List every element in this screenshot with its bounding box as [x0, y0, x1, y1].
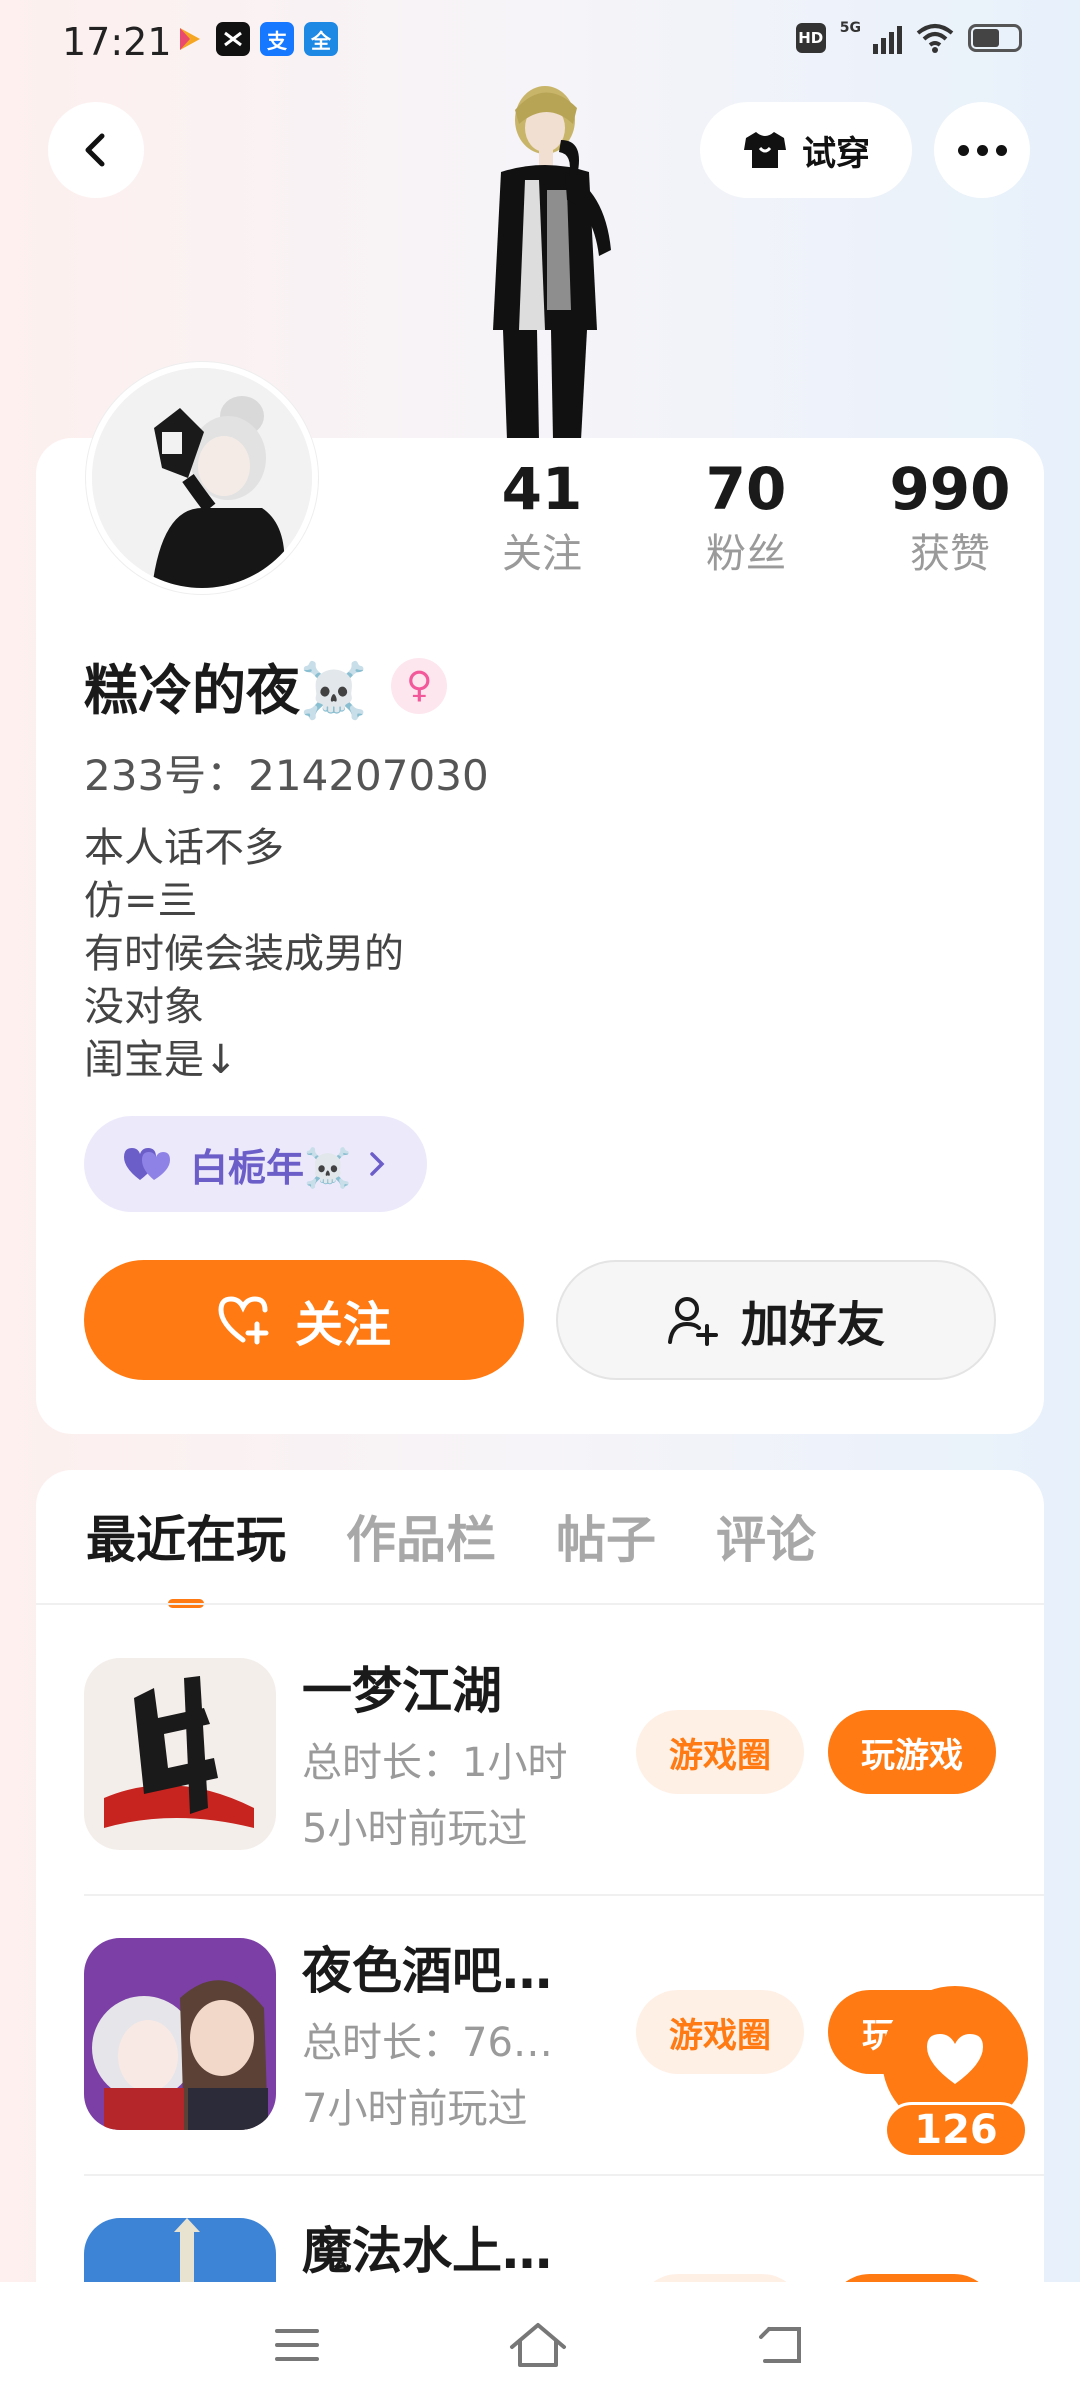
stat-value: 41: [501, 455, 583, 523]
cp-tag-label: 白栀年☠️: [190, 1145, 352, 1190]
back-button[interactable]: [48, 102, 144, 198]
follow-label: 关注: [294, 1297, 391, 1353]
tab-bar: 最近在玩 作品栏 帖子 评论: [86, 1500, 816, 1608]
hd-icon: HD: [795, 23, 826, 53]
divider: [36, 1603, 1044, 1605]
divider: [84, 1894, 1044, 1896]
avatar[interactable]: [86, 362, 318, 594]
game-last-played: 5小时前玩过: [302, 1806, 528, 1852]
game-name: 一梦江湖: [302, 1662, 502, 1720]
game-icon: [84, 1938, 276, 2130]
game-duration: 总时长：1小时: [302, 1740, 568, 1786]
heart-plus-icon: [218, 1296, 269, 1345]
game-circle-button[interactable]: 游戏圈: [636, 1710, 804, 1794]
tab-comments[interactable]: 评论: [716, 1500, 816, 1580]
system-nav-bar: [0, 2282, 1080, 2408]
more-dot: [995, 144, 1007, 156]
game-circle-button[interactable]: 游戏圈: [636, 1990, 804, 2074]
stat-value: 990: [889, 455, 1011, 523]
status-notification-icons: 支 全: [172, 22, 338, 56]
game-last-played: 7小时前玩过: [302, 2086, 528, 2132]
video-app-icon: [172, 22, 206, 56]
status-bar: 17:21 支 全 HD 5G: [0, 0, 1080, 86]
divider: [84, 2174, 1044, 2176]
stat-label: 粉丝: [706, 531, 786, 577]
game-duration: 总时长：76…: [302, 2020, 553, 2066]
alipay-icon: 支: [260, 22, 294, 56]
status-system-icons: HD 5G: [795, 20, 1022, 54]
tab-works[interactable]: 作品栏: [346, 1500, 496, 1580]
add-user-icon: [667, 1297, 718, 1346]
menu-icon[interactable]: [273, 2325, 321, 2365]
stats-row: 41 关注 70 粉丝 990 获赞: [440, 454, 1052, 582]
avatar-image: [92, 368, 312, 588]
nickname-row: 糕冷的夜☠️ ♀: [84, 646, 448, 725]
bio-line: 仿=亖: [84, 878, 198, 924]
bio-line: 闺宝是↓: [84, 1037, 238, 1083]
list-item[interactable]: 魔法水上…: [84, 2218, 1044, 2288]
chevron-right-icon: [370, 1152, 385, 1176]
capcut-icon: [216, 22, 250, 56]
follow-button[interactable]: 关注: [84, 1260, 524, 1380]
game-name: 夜色酒吧…: [302, 1942, 552, 2000]
more-dot: [957, 144, 969, 156]
back-nav-icon[interactable]: [755, 2323, 807, 2367]
bio-line: 没对象: [84, 984, 204, 1030]
battery-icon: [968, 24, 1022, 52]
female-icon: ♀: [391, 657, 448, 714]
home-icon[interactable]: [508, 2321, 568, 2369]
game-icon: [84, 1658, 276, 1850]
like-count: 126: [884, 2102, 1028, 2158]
stat-label: 获赞: [910, 531, 990, 577]
character-figure: [493, 86, 611, 440]
try-on-label: 试穿: [802, 133, 870, 174]
signal-icon: [873, 22, 902, 54]
stat-label: 关注: [502, 531, 582, 577]
tab-recently-played[interactable]: 最近在玩: [86, 1500, 286, 1608]
list-item[interactable]: 一梦江湖 总时长：1小时 5小时前玩过 游戏圈 玩游戏: [84, 1658, 1044, 1938]
more-button[interactable]: [934, 102, 1030, 198]
stat-followers[interactable]: 70 粉丝: [644, 454, 848, 582]
tab-posts[interactable]: 帖子: [556, 1500, 656, 1580]
cp-relation-tag[interactable]: 白栀年☠️: [84, 1116, 428, 1212]
stat-following[interactable]: 41 关注: [440, 454, 644, 582]
user-id: 233号：214207030: [84, 751, 489, 800]
game-icon: [84, 2218, 276, 2288]
bio-line: 有时候会装成男的: [84, 931, 404, 977]
network-type: 5G: [839, 20, 861, 36]
stat-value: 70: [705, 455, 787, 523]
quanmin-icon: 全: [304, 22, 338, 56]
bio-line: 本人话不多: [84, 825, 284, 871]
wifi-icon: [916, 24, 954, 53]
tshirt-icon: [744, 132, 786, 168]
try-on-button[interactable]: 试穿: [700, 102, 912, 198]
chevron-left-icon: [85, 133, 105, 167]
play-game-button[interactable]: 玩游戏: [828, 1710, 996, 1794]
status-time: 17:21: [62, 20, 172, 64]
heart-icon: [927, 2034, 983, 2084]
nickname: 糕冷的夜☠️: [84, 659, 368, 722]
game-name: 魔法水上…: [302, 2222, 552, 2280]
stat-likes[interactable]: 990 获赞: [848, 454, 1052, 582]
add-friend-button[interactable]: 加好友: [556, 1260, 996, 1380]
more-dot: [976, 144, 988, 156]
double-heart-icon: [124, 1148, 170, 1180]
add-friend-label: 加好友: [740, 1297, 885, 1353]
bio: 本人话不多 仿=亖 有时候会装成男的 没对象 闺宝是↓: [84, 822, 404, 1087]
